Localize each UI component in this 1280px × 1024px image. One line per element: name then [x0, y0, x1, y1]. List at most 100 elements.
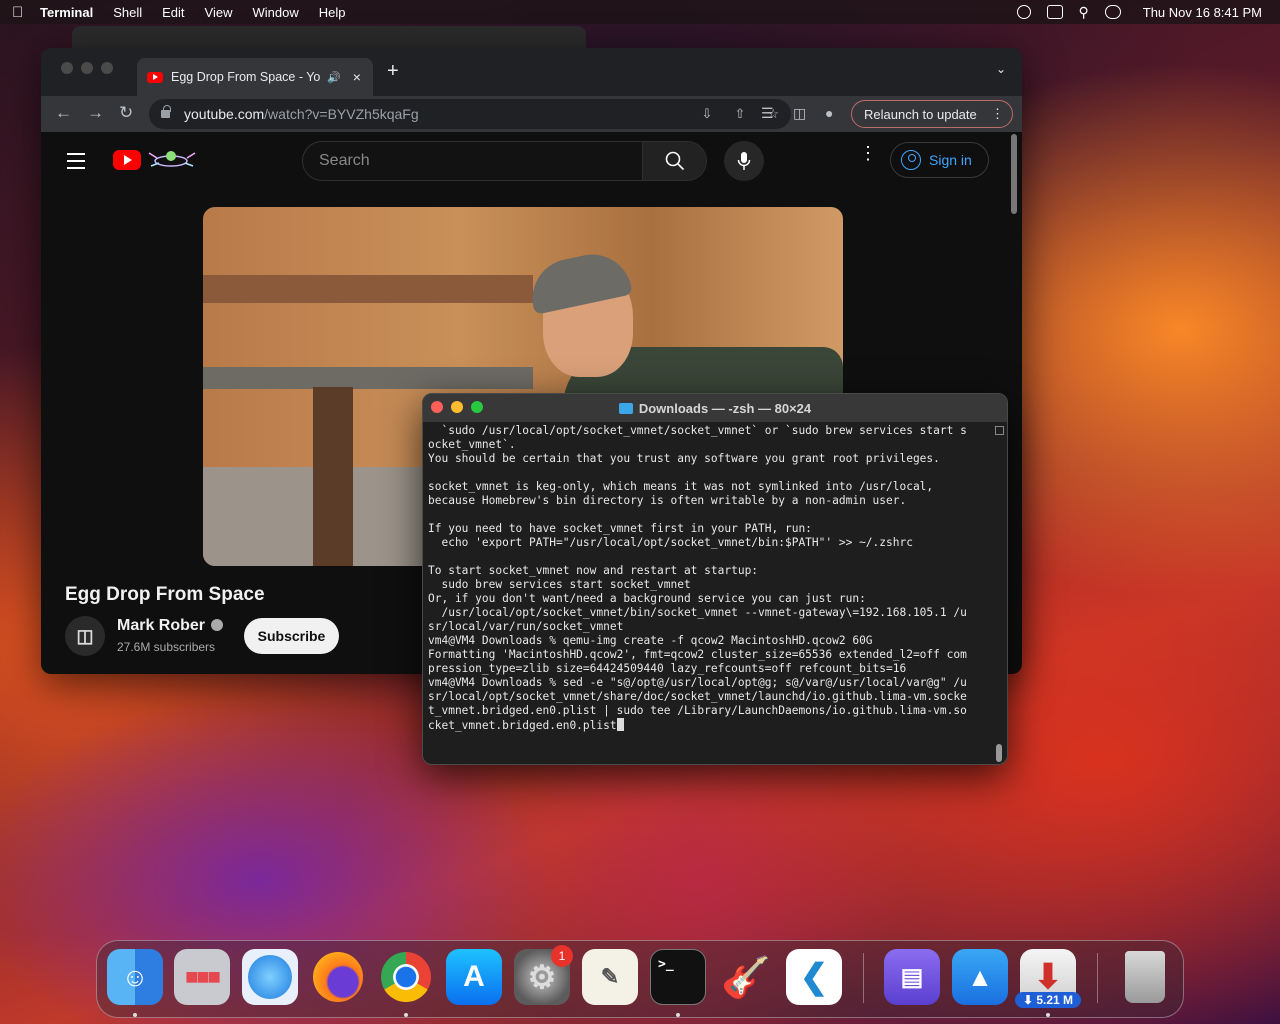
install-app-icon[interactable]: ⇩	[702, 106, 713, 122]
zoom-window-button[interactable]	[101, 62, 113, 74]
verified-badge-icon	[211, 619, 224, 631]
search-button[interactable]	[642, 142, 706, 180]
menu-window[interactable]: Window	[253, 5, 299, 20]
youtube-favicon-icon	[147, 71, 163, 83]
gear-icon: ⚙	[527, 959, 557, 995]
search-placeholder: Search	[319, 152, 370, 169]
subscribe-button[interactable]: Subscribe	[244, 618, 339, 654]
terminal-line: vm4@VM4 Downloads % qemu-img create -f q…	[428, 634, 873, 647]
dock-apple-configurator[interactable]: ▤	[884, 949, 940, 1005]
menu-view[interactable]: View	[205, 5, 233, 20]
profile-icon[interactable]: ●	[825, 105, 833, 121]
terminal-minimize-button[interactable]	[451, 401, 463, 413]
minimize-window-button[interactable]	[81, 62, 93, 74]
lock-icon[interactable]	[161, 105, 171, 118]
menu-edit[interactable]: Edit	[162, 5, 184, 20]
forward-arrow-icon[interactable]: →	[87, 103, 104, 123]
download-arrow-icon: ⬇	[1033, 958, 1063, 996]
hamburger-menu-icon[interactable]	[67, 153, 85, 174]
launchpad-icon: ■■■	[185, 964, 221, 989]
menu-clock[interactable]: Thu Nov 16 8:41 PM	[1143, 5, 1262, 20]
menu-help[interactable]: Help	[319, 5, 346, 20]
terminal-window[interactable]: Downloads — -zsh — 80×24 `sudo /usr/loca…	[422, 393, 1008, 765]
terminal-line: because Homebrew's bin directory is ofte…	[428, 494, 907, 507]
terminal-line: echo 'export PATH="/usr/local/opt/socket…	[428, 536, 913, 549]
terminal-line: If you need to have socket_vmnet first i…	[428, 522, 812, 535]
back-arrow-icon[interactable]: ←	[55, 103, 72, 123]
youtube-header: Search ⋮ Sign in	[41, 132, 1022, 190]
dock-chrome[interactable]	[378, 949, 434, 1005]
play-circle-icon[interactable]	[1016, 5, 1031, 19]
tab-strip: Egg Drop From Space - YouTube 🔊 × + ⌄	[41, 48, 1022, 96]
scroll-thumb[interactable]	[996, 744, 1002, 762]
terminal-window-controls	[431, 401, 483, 413]
menu-shell[interactable]: Shell	[113, 5, 142, 20]
dock: ☺ ■■■ A ⚙ 1 ✎ >_ 🎸 ❮ ▤ ▲ ⬇ ⬇ 5.21 M	[96, 940, 1184, 1018]
browser-toolbar: ← → ↻ youtube.com/watch?v=BYVZh5kqaFg ⇩ …	[41, 96, 1022, 132]
screen-mirror-icon[interactable]	[1046, 5, 1063, 19]
relaunch-update-button[interactable]: Relaunch to update ⋮	[851, 100, 1013, 128]
reload-icon[interactable]: ↻	[119, 103, 133, 123]
youtube-doodle-icon[interactable]	[147, 148, 197, 170]
dock-terminal[interactable]: >_	[650, 949, 706, 1005]
youtube-logo[interactable]	[113, 150, 141, 170]
safari-compass-icon	[248, 955, 292, 999]
voice-search-button[interactable]	[724, 141, 764, 181]
tab-youtube[interactable]: Egg Drop From Space - YouTube 🔊 ×	[137, 58, 373, 96]
channel-name-link[interactable]: Mark Rober	[117, 617, 224, 635]
dock-finder[interactable]: ☺	[107, 949, 163, 1005]
page-scrollbar[interactable]	[1011, 134, 1017, 214]
youtube-search-input[interactable]: Search	[302, 141, 707, 181]
terminal-line: vm4@VM4 Downloads % sed -e "s@/opt@/usr/…	[428, 676, 967, 689]
media-controls-icon[interactable]: ☰	[761, 105, 774, 122]
share-icon[interactable]: ⇧	[734, 106, 745, 122]
background-window[interactable]	[72, 26, 586, 50]
search-icon	[665, 151, 684, 171]
terminal-titlebar[interactable]: Downloads — -zsh — 80×24	[423, 394, 1007, 422]
tab-title: Egg Drop From Space - YouTube	[171, 70, 321, 84]
dock-safari[interactable]	[242, 949, 298, 1005]
url-path: /watch?v=BYVZh5kqaFg	[264, 106, 419, 122]
dock-textedit[interactable]: ✎	[582, 949, 638, 1005]
menu-app-name[interactable]: Terminal	[40, 5, 93, 20]
control-center-icon[interactable]	[1104, 5, 1121, 19]
dock-launchpad[interactable]: ■■■	[174, 949, 230, 1005]
chrome-icon	[381, 952, 431, 1002]
speaker-icon[interactable]: 🔊	[327, 71, 341, 84]
tab-close-icon[interactable]: ×	[353, 69, 361, 85]
dock-keynote[interactable]: ▲	[952, 949, 1008, 1005]
channel-avatar[interactable]: ◫	[65, 616, 105, 656]
terminal-line: sudo brew services start socket_vmnet	[428, 578, 691, 591]
dock-vscode[interactable]: ❮	[786, 949, 842, 1005]
folder-icon	[618, 402, 633, 414]
dock-garageband[interactable]: 🎸	[718, 949, 774, 1005]
terminal-close-button[interactable]	[431, 401, 443, 413]
textedit-icon: ✎	[600, 964, 620, 989]
chrome-menu-icon[interactable]: ⋮	[991, 106, 1004, 122]
terminal-line: Formatting 'MacintoshHD.qcow2', fmt=qcow…	[428, 648, 967, 661]
terminal-output[interactable]: `sudo /usr/local/opt/socket_vmnet/socket…	[423, 422, 1007, 733]
sign-in-button[interactable]: Sign in	[890, 142, 989, 178]
terminal-zoom-button[interactable]	[471, 401, 483, 413]
terminal-line: sr/local/opt/socket_vmnet/share/doc/sock…	[428, 690, 967, 703]
scroll-marker-icon[interactable]	[995, 426, 1004, 435]
relaunch-label: Relaunch to update	[864, 106, 977, 122]
guitar-icon: 🎸	[721, 955, 771, 1000]
terminal-line: To start socket_vmnet now and restart at…	[428, 564, 759, 577]
app-store-icon: A	[463, 960, 485, 993]
window-controls	[61, 62, 113, 74]
terminal-scrollbar[interactable]	[995, 426, 1004, 762]
tab-search-chevron-icon[interactable]: ⌄	[996, 62, 1006, 76]
settings-kebab-icon[interactable]: ⋮	[859, 144, 877, 162]
dock-trash[interactable]	[1117, 949, 1173, 1005]
close-window-button[interactable]	[61, 62, 73, 74]
account-circle-icon	[901, 150, 921, 170]
dock-firefox[interactable]	[310, 949, 366, 1005]
notification-badge: 1	[551, 945, 573, 967]
address-bar[interactable]: youtube.com/watch?v=BYVZh5kqaFg ⇩ ⇧ ☆	[149, 99, 791, 129]
side-panel-icon[interactable]: ◫	[793, 105, 806, 122]
apple-menu-icon[interactable]: 	[12, 4, 40, 21]
dock-app-store[interactable]: A	[446, 949, 502, 1005]
new-tab-button[interactable]: +	[387, 60, 399, 83]
spotlight-search-icon[interactable]: ⚲	[1079, 4, 1089, 21]
